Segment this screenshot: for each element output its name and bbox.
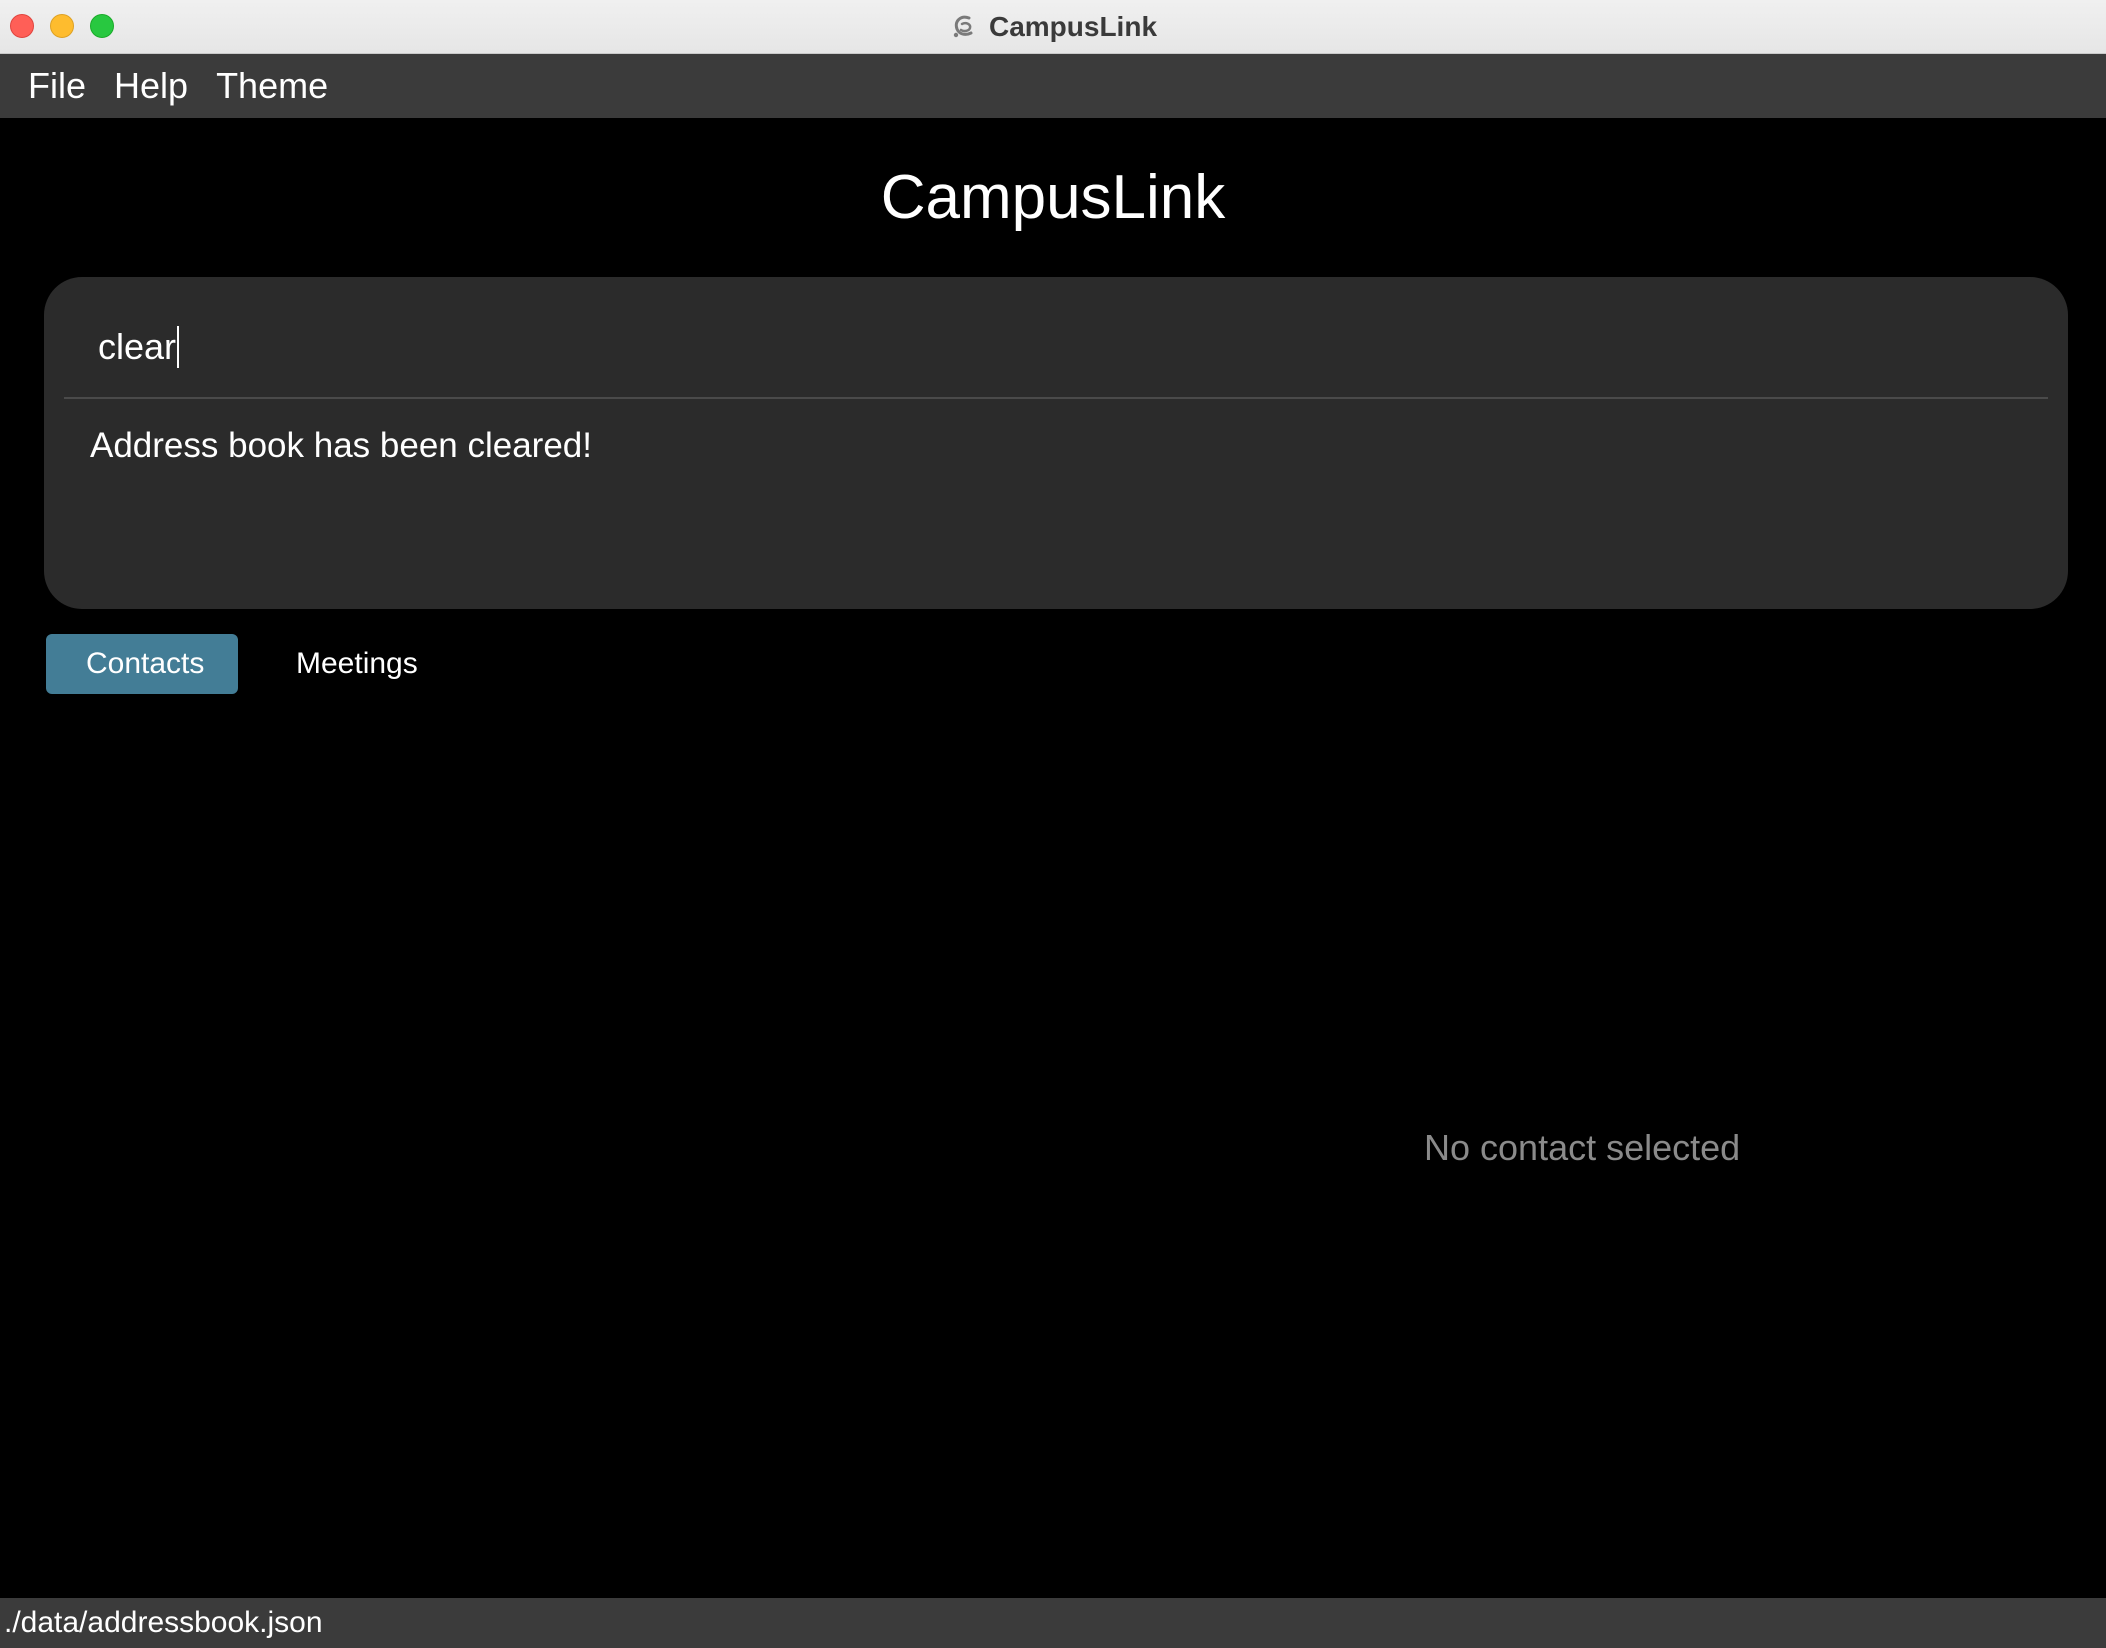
command-input-value: clear — [98, 326, 177, 367]
command-input[interactable]: clear — [98, 317, 180, 377]
data-file-path: ./data/addressbook.json — [4, 1606, 323, 1639]
command-result-message: Address book has been cleared! — [90, 426, 592, 465]
window-title-group: CampusLink — [0, 0, 2106, 53]
status-bar: ./data/addressbook.json — [0, 1598, 2106, 1648]
view-tabs: Contacts Meetings — [46, 634, 458, 694]
menu-help[interactable]: Help — [100, 54, 202, 118]
no-contact-selected-message: No contact selected — [1424, 1127, 1741, 1168]
menu-theme[interactable]: Theme — [202, 54, 342, 118]
tab-meetings[interactable]: Meetings — [256, 634, 458, 694]
menu-bar: File Help Theme — [0, 54, 2106, 118]
menu-file[interactable]: File — [14, 54, 100, 118]
text-caret — [177, 326, 180, 368]
app-window: CampusLink File Help Theme CampusLink cl… — [0, 0, 2106, 1648]
command-divider — [64, 397, 2048, 399]
campuslink-app-icon — [953, 15, 973, 37]
app-heading: CampusLink — [880, 163, 1226, 232]
window-title: CampusLink — [988, 10, 1158, 42]
tab-contacts[interactable]: Contacts — [46, 634, 238, 694]
command-panel: clear Address book has been cleared! — [44, 277, 2068, 609]
title-bar[interactable]: CampusLink — [0, 0, 2106, 54]
